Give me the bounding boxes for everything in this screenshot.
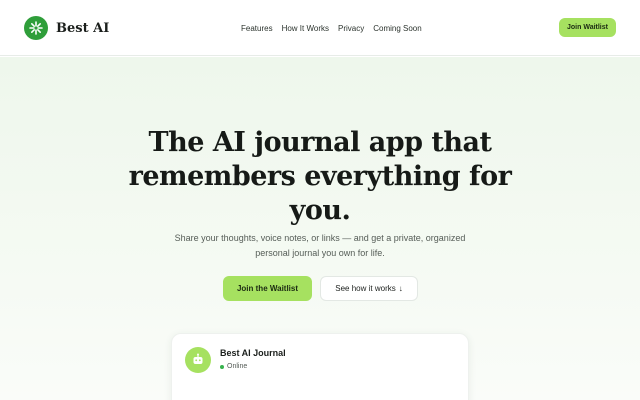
brand[interactable]: Best AI — [24, 16, 109, 40]
chat-status-label: Online — [227, 363, 248, 370]
chat-status: Online — [220, 363, 247, 370]
arrow-down-icon: ↓ — [398, 284, 403, 293]
chat-preview-card: Best AI Journal Online — [171, 333, 469, 400]
nav-link-features[interactable]: Features — [241, 24, 273, 33]
online-status-dot — [220, 364, 224, 369]
join-the-waitlist-button[interactable]: Join the Waitlist — [223, 276, 312, 301]
nav-link-privacy[interactable]: Privacy — [338, 24, 364, 33]
top-navbar: Best AI Features How It Works Privacy Co… — [0, 0, 640, 56]
chat-name: Best AI Journal — [220, 348, 286, 358]
main-nav: Features How It Works Privacy Coming Soo… — [241, 21, 422, 35]
robot-icon — [185, 347, 211, 373]
see-how-it-works-label: See how it works — [335, 284, 396, 293]
brand-name: Best AI — [56, 20, 110, 36]
see-how-it-works-button[interactable]: See how it works ↓ — [320, 276, 418, 301]
nav-link-coming-soon[interactable]: Coming Soon — [373, 24, 421, 33]
hero-subtitle: Share your thoughts, voice notes, or lin… — [174, 233, 466, 258]
sparkle-icon — [24, 16, 48, 40]
nav-link-how-it-works[interactable]: How It Works — [282, 24, 329, 33]
join-waitlist-button[interactable]: Join Waitlist — [559, 18, 616, 37]
hero-title: The AI journal app that remembers everyt… — [128, 127, 512, 226]
